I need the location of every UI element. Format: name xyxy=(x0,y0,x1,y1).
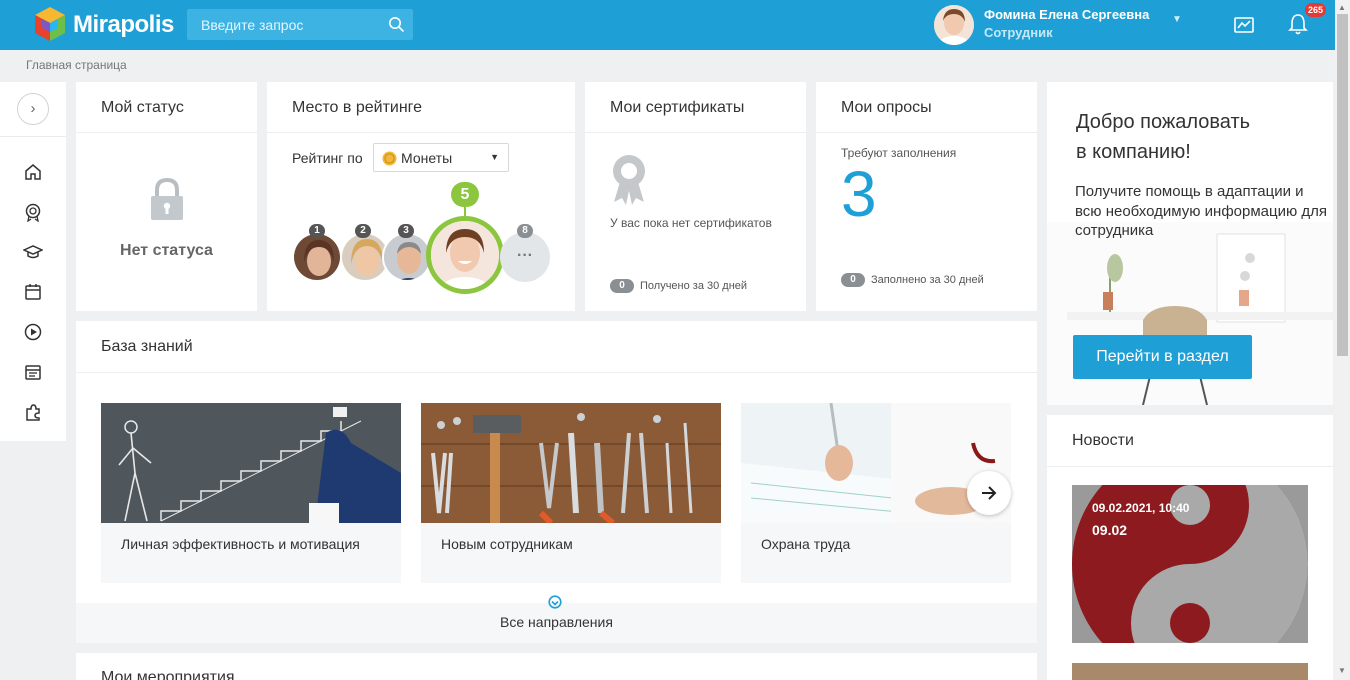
kb-item-new-employees[interactable]: Новым сотрудникам xyxy=(421,403,721,583)
surveys-card: Мои опросы Требуют заполнения 3 0 Заполн… xyxy=(816,82,1037,311)
surveys-card-title: Мои опросы xyxy=(841,99,932,116)
messages-icon[interactable] xyxy=(1233,15,1255,35)
kb-item-personal-effectiveness[interactable]: Личная эффективность и мотивация xyxy=(101,403,401,583)
divider xyxy=(585,132,806,133)
chevron-down-icon[interactable]: ▼ xyxy=(1172,14,1182,25)
certificates-card: Мои сертификаты У вас пока нет сертифика… xyxy=(585,82,806,311)
home-icon[interactable] xyxy=(23,162,43,182)
rating-select[interactable]: Монеты ▼ xyxy=(373,143,509,172)
rating-card-title: Место в рейтинге xyxy=(292,99,423,116)
current-rank-badge: 5 xyxy=(451,182,479,207)
kb-item-image xyxy=(101,403,401,523)
certificate-ribbon-icon xyxy=(613,155,645,205)
welcome-title-line2: в компанию! xyxy=(1076,141,1191,163)
graduation-cap-icon[interactable] xyxy=(23,242,43,262)
search-box xyxy=(187,9,413,40)
rank-number: 2 xyxy=(355,224,371,238)
news-item[interactable]: 09.02.2021, 10:40 09.02 xyxy=(1072,485,1308,643)
scroll-up-arrow-icon[interactable]: ▲ xyxy=(1338,3,1346,12)
all-directions-link[interactable]: Все направления xyxy=(76,614,1037,630)
surveys-pending-count[interactable]: 3 xyxy=(841,158,877,230)
divider xyxy=(0,136,66,137)
welcome-text: Получите помощь в адаптации и всю необхо… xyxy=(1075,183,1328,239)
breadcrumb[interactable]: Главная страница xyxy=(26,58,127,72)
kb-item-image xyxy=(421,403,721,523)
rank-avatar-3[interactable] xyxy=(382,232,432,282)
user-avatar[interactable] xyxy=(934,5,974,45)
rank-avatar-1[interactable] xyxy=(292,232,342,282)
rating-card: Место в рейтинге Рейтинг по Монеты ▼ 1 2… xyxy=(267,82,575,311)
arrow-right-icon xyxy=(982,486,997,500)
welcome-title-line1: Добро пожаловать xyxy=(1076,111,1251,133)
sidebar-expand-button[interactable]: › xyxy=(17,93,49,125)
rank-avatar-current-user[interactable] xyxy=(426,216,504,294)
user-name[interactable]: Фомина Елена Сергеевна xyxy=(984,7,1149,22)
divider xyxy=(1047,466,1333,467)
surveys-count-label: Заполнено за 30 дней xyxy=(871,274,984,286)
achievement-icon[interactable] xyxy=(23,202,43,222)
lock-icon xyxy=(151,177,183,220)
chevron-down-icon: ▼ xyxy=(490,152,499,162)
coin-icon xyxy=(382,151,397,166)
top-bar: Mirapolis Фомина Елена Сергеевна Сотрудн… xyxy=(0,0,1335,50)
play-icon[interactable] xyxy=(23,322,43,342)
sidebar: › xyxy=(0,82,66,441)
bell-icon[interactable] xyxy=(1287,12,1309,36)
more-ranks-button[interactable]: ··· xyxy=(500,232,550,282)
puzzle-icon[interactable] xyxy=(23,402,43,422)
divider xyxy=(816,132,1037,133)
certificates-card-title: Мои сертификаты xyxy=(610,99,745,116)
user-role: Сотрудник xyxy=(984,25,1053,40)
events-card: Мои мероприятия xyxy=(76,653,1037,680)
kb-item-label: Охрана труда xyxy=(761,536,851,552)
welcome-card: Добро пожаловать в компанию! Получите по… xyxy=(1047,82,1333,405)
carousel-next-button[interactable] xyxy=(967,471,1011,515)
surveys-count-badge: 0 xyxy=(841,273,865,287)
news-item-next[interactable] xyxy=(1072,663,1308,680)
arrow-down-circle-icon[interactable] xyxy=(548,595,562,609)
news-card-title: Новости xyxy=(1072,432,1134,449)
scroll-down-arrow-icon[interactable]: ▼ xyxy=(1338,666,1346,675)
certificates-count-badge: 0 xyxy=(610,279,634,293)
go-to-section-button[interactable]: Перейти в раздел xyxy=(1073,335,1252,379)
status-card-title: Мой статус xyxy=(101,99,184,116)
rating-by-label: Рейтинг по xyxy=(292,150,363,166)
rank-connector xyxy=(464,207,466,217)
notification-badge: 265 xyxy=(1305,3,1327,17)
schedule-icon[interactable] xyxy=(23,362,43,382)
knowledge-base-title: База знаний xyxy=(101,338,193,355)
divider xyxy=(76,372,1037,373)
search-icon[interactable] xyxy=(388,16,405,33)
mirapolis-logo-icon[interactable] xyxy=(30,5,70,45)
news-item-headline: 09.02 xyxy=(1092,522,1128,538)
divider xyxy=(76,132,257,133)
scrollbar-thumb[interactable] xyxy=(1337,14,1348,356)
divider xyxy=(267,132,575,133)
certificates-empty-text: У вас пока нет сертификатов xyxy=(610,216,772,230)
news-item-date: 09.02.2021, 10:40 xyxy=(1092,501,1190,515)
calendar-icon[interactable] xyxy=(23,282,43,302)
kb-item-label: Новым сотрудникам xyxy=(441,536,573,552)
rank-number: 8 xyxy=(517,224,533,238)
news-card: Новости 09.02.2021, 10:40 09.02 xyxy=(1047,415,1333,680)
events-card-title: Мои мероприятия xyxy=(101,669,235,680)
kb-item-label: Личная эффективность и мотивация xyxy=(121,536,360,552)
app-name[interactable]: Mirapolis xyxy=(73,11,174,39)
status-card: Мой статус Нет статуса xyxy=(76,82,257,311)
rating-select-value: Монеты xyxy=(401,150,453,166)
rank-number: 3 xyxy=(398,224,414,238)
certificates-count-label: Получено за 30 дней xyxy=(640,280,748,292)
status-value: Нет статуса xyxy=(120,242,213,259)
rank-number: 1 xyxy=(309,224,325,238)
search-input[interactable] xyxy=(187,9,382,40)
